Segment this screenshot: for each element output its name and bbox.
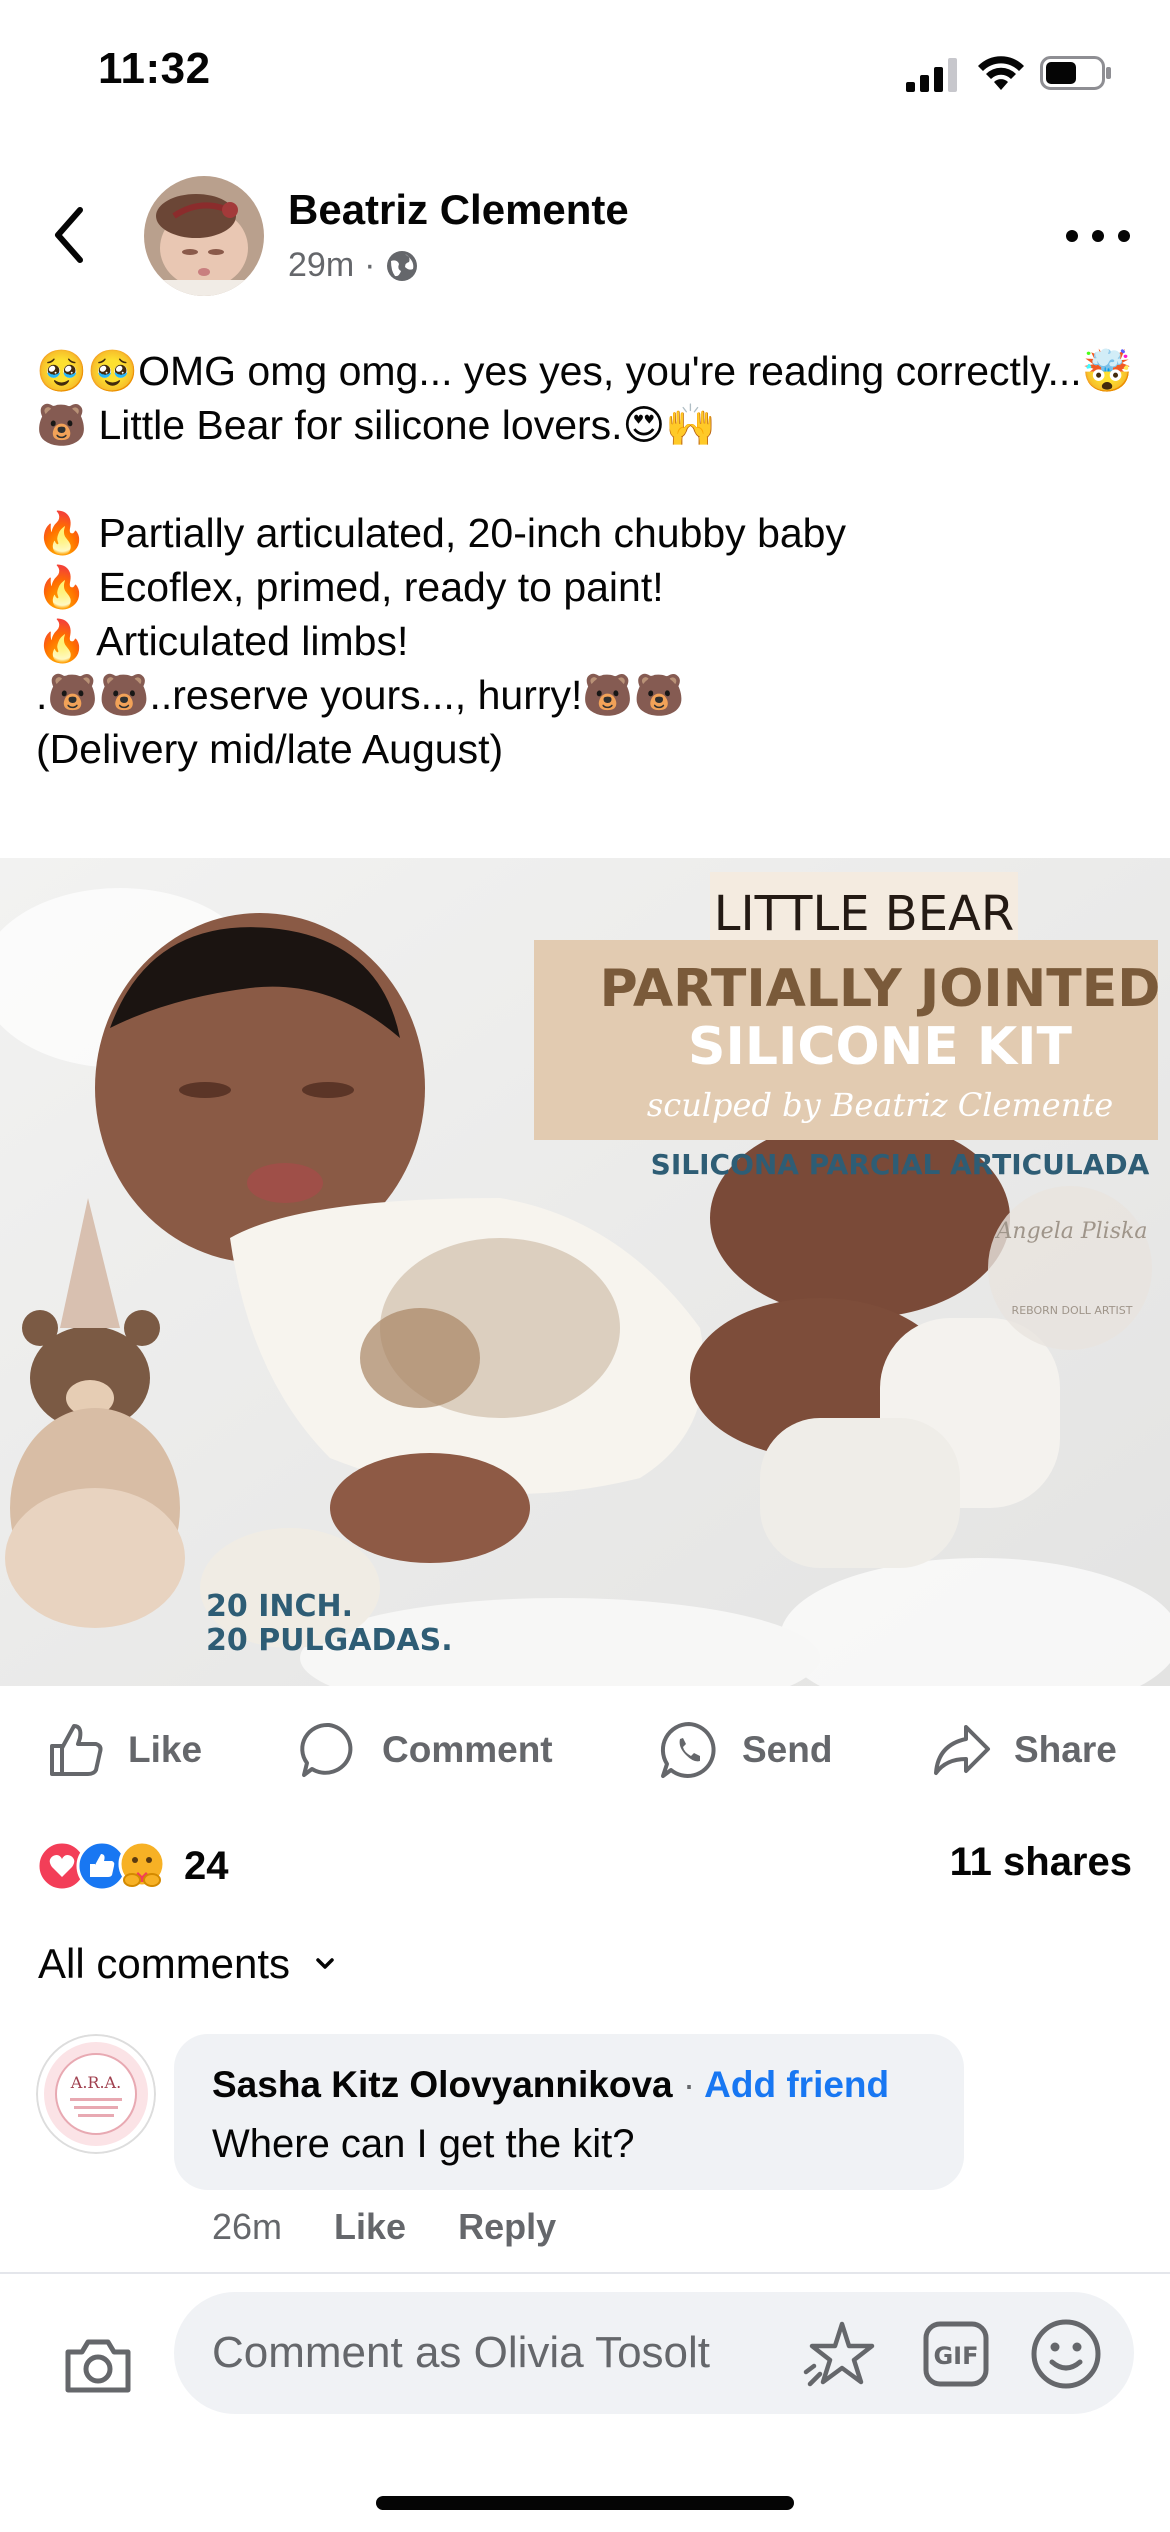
comment-header: Sasha Kitz Olovyannikova · Add friend: [212, 2064, 889, 2106]
reactions-summary[interactable]: 24: [36, 1836, 229, 1896]
globe-icon: [387, 250, 418, 281]
whatsapp-icon: [660, 1721, 716, 1778]
author-name[interactable]: Beatriz Clemente: [288, 186, 629, 234]
home-indicator[interactable]: [376, 2496, 794, 2510]
comment-meta: 26m Like Reply: [212, 2206, 556, 2248]
signal-icon: [906, 58, 957, 92]
comment-label: Comment: [382, 1729, 553, 1770]
comment-separator: ·: [682, 2064, 696, 2105]
like-action[interactable]: Like: [46, 1710, 202, 1790]
post-actions: Like Comment Send Share: [0, 1710, 1170, 1790]
send-label: Send: [742, 1729, 833, 1770]
more-options-button[interactable]: [1066, 216, 1130, 256]
post-text: 🥹🥹OMG omg omg... yes yes, you're reading…: [36, 348, 1133, 772]
meta-separator: ·: [364, 246, 376, 284]
post-image[interactable]: LITTLE BEAR PARTIALLY JOINTED SILICONE K…: [0, 858, 1170, 1686]
comments-filter-label: All comments: [38, 1940, 291, 1987]
wifi-icon: [978, 56, 1024, 90]
comment-text: Where can I get the kit?: [212, 2122, 635, 2166]
post-time: 29m: [288, 246, 355, 284]
banner-title-text: LITTLE BEAR: [714, 886, 1014, 942]
status-time: 11:32: [98, 44, 211, 93]
commenter-avatar-image: A.R.A.: [36, 2034, 156, 2154]
comment-placeholder: Comment as Olivia Tosolt: [212, 2328, 711, 2377]
svg-text:GIF: GIF: [933, 2342, 978, 2370]
banner-sculpted-text: sculped by Beatriz Clemente: [647, 1086, 1113, 1124]
emoji-icon[interactable]: [1028, 2316, 1104, 2392]
size-text-line2: 20 PULGADAS.: [206, 1623, 453, 1658]
comment-action[interactable]: Comment: [298, 1710, 553, 1790]
comment-bubble[interactable]: Sasha Kitz Olovyannikova · Add friend Wh…: [174, 2034, 964, 2190]
care-reaction-icon: [118, 1840, 166, 1888]
thumbs-up-icon: [50, 1724, 103, 1776]
comments-filter[interactable]: All comments: [38, 1940, 336, 1988]
comment-like-button[interactable]: Like: [334, 2206, 406, 2248]
gif-button[interactable]: GIF: [920, 2318, 992, 2390]
back-button[interactable]: [44, 200, 94, 270]
post-meta: 29m ·: [288, 246, 419, 285]
post-image-graphic: LITTLE BEAR PARTIALLY JOINTED SILICONE K…: [0, 858, 1170, 1686]
reaction-count: 24: [184, 1843, 229, 1888]
commenter-avatar[interactable]: A.R.A.: [36, 2034, 156, 2154]
watermark-subtext: REBORN DOLL ARTIST: [1012, 1304, 1133, 1317]
comment-time: 26m: [212, 2206, 283, 2247]
banner-subtitle-line2: SILICONE KIT: [688, 1017, 1072, 1077]
comment-reply-button[interactable]: Reply: [458, 2206, 556, 2248]
like-label: Like: [128, 1729, 203, 1770]
banner-subtitle-line1: PARTIALLY JOINTED: [600, 959, 1161, 1019]
share-action[interactable]: Share: [930, 1710, 1117, 1790]
send-action[interactable]: Send: [658, 1710, 832, 1790]
comment-composer-bar: Comment as Olivia Tosolt GIF: [0, 2272, 1170, 2532]
chevron-down-icon: [316, 1958, 334, 1969]
comment-bubble-icon: [300, 1722, 353, 1777]
chevron-left-icon: [55, 207, 83, 263]
status-bar: 11:32: [0, 0, 1170, 150]
camera-icon: [65, 2339, 131, 2393]
add-friend-link[interactable]: Add friend: [704, 2064, 889, 2105]
sticker-icon[interactable]: [802, 2316, 882, 2396]
battery-icon: [1040, 56, 1111, 90]
size-text-line1: 20 INCH.: [206, 1589, 353, 1624]
camera-button[interactable]: [56, 2324, 140, 2408]
watermark-text: Angela Pliska: [995, 1219, 1148, 1244]
comment-input[interactable]: Comment as Olivia Tosolt GIF: [174, 2292, 1134, 2414]
post-screen: 11:32 Beatriz Clemente 29m · 🥹🥹OMG omg o…: [0, 0, 1170, 2532]
svg-text:A.R.A.: A.R.A.: [70, 2073, 121, 2092]
more-dot-icon: [1118, 230, 1130, 242]
more-dot-icon: [1092, 230, 1104, 242]
commenter-name[interactable]: Sasha Kitz Olovyannikova: [212, 2064, 673, 2105]
author-avatar[interactable]: [144, 176, 264, 296]
share-arrow-icon: [934, 1725, 990, 1775]
shares-count[interactable]: 11 shares: [950, 1840, 1132, 1885]
gif-icon: GIF: [923, 2321, 989, 2387]
share-label: Share: [1014, 1729, 1117, 1770]
more-dot-icon: [1066, 230, 1078, 242]
avatar-image: [144, 176, 264, 296]
banner-spanish-text: SILICONA PARCIAL ARTICULADA: [651, 1148, 1150, 1181]
